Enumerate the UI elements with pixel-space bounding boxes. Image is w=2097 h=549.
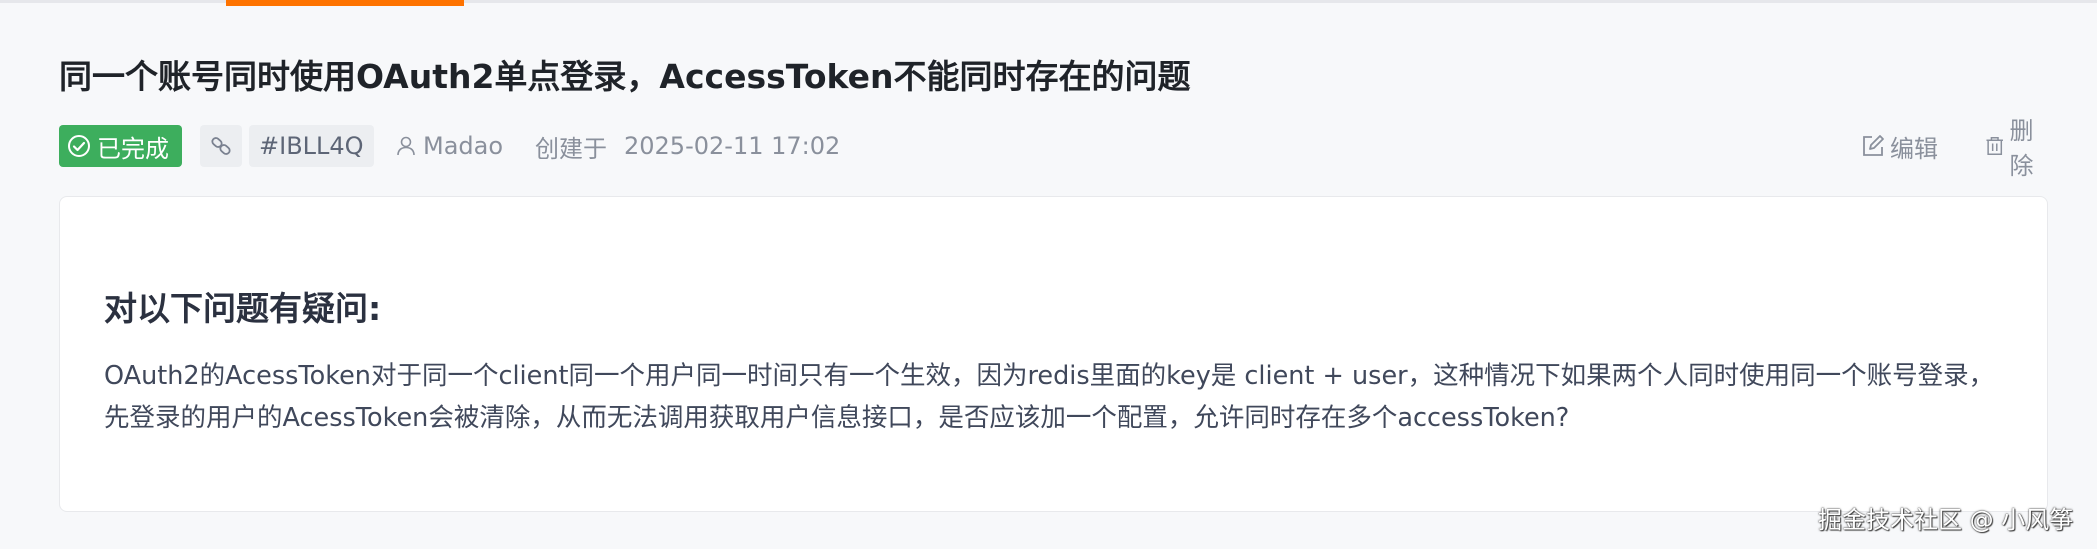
edit-label: 编辑 xyxy=(1890,134,1938,163)
watermark: 掘金技术社区 @ 小风筝 xyxy=(1818,506,2074,534)
issue-id-tag[interactable]: #IBLL4Q xyxy=(249,125,374,167)
edit-icon xyxy=(1863,135,1884,156)
trash-icon xyxy=(1986,137,2003,155)
created-time: 2025-02-11 17:02 xyxy=(624,132,841,160)
status-badge[interactable]: 已完成 xyxy=(59,125,182,167)
active-tab-indicator xyxy=(226,0,464,6)
edit-button[interactable]: 编辑 xyxy=(1860,125,1938,167)
user-icon xyxy=(397,136,415,156)
delete-label: 删除 xyxy=(2009,117,2034,180)
delete-button[interactable]: 删除 xyxy=(1984,117,2049,180)
content-body: OAuth2的AcessToken对于同一个client同一个用户同一时间只有一… xyxy=(104,361,1995,433)
link-icon xyxy=(211,137,231,155)
issue-content-card: 对以下问题有疑问: OAuth2的AcessToken对于同一个client同一… xyxy=(59,196,2048,512)
author[interactable]: Madao xyxy=(395,125,503,167)
author-name: Madao xyxy=(423,132,504,160)
issue-title: 同一个账号同时使用OAuth2单点登录，AccessToken不能同时存在的问题 xyxy=(59,57,1191,96)
check-circle-icon xyxy=(68,135,90,157)
status-label: 已完成 xyxy=(97,134,169,163)
issue-meta-bar: 已完成 #IBLL4Q Madao 创建于 2025-02-11 17:02 编… xyxy=(59,117,2049,180)
copy-link-button[interactable] xyxy=(200,125,242,167)
content-heading: 对以下问题有疑问: xyxy=(104,289,382,328)
created-label: 创建于 xyxy=(535,134,607,163)
